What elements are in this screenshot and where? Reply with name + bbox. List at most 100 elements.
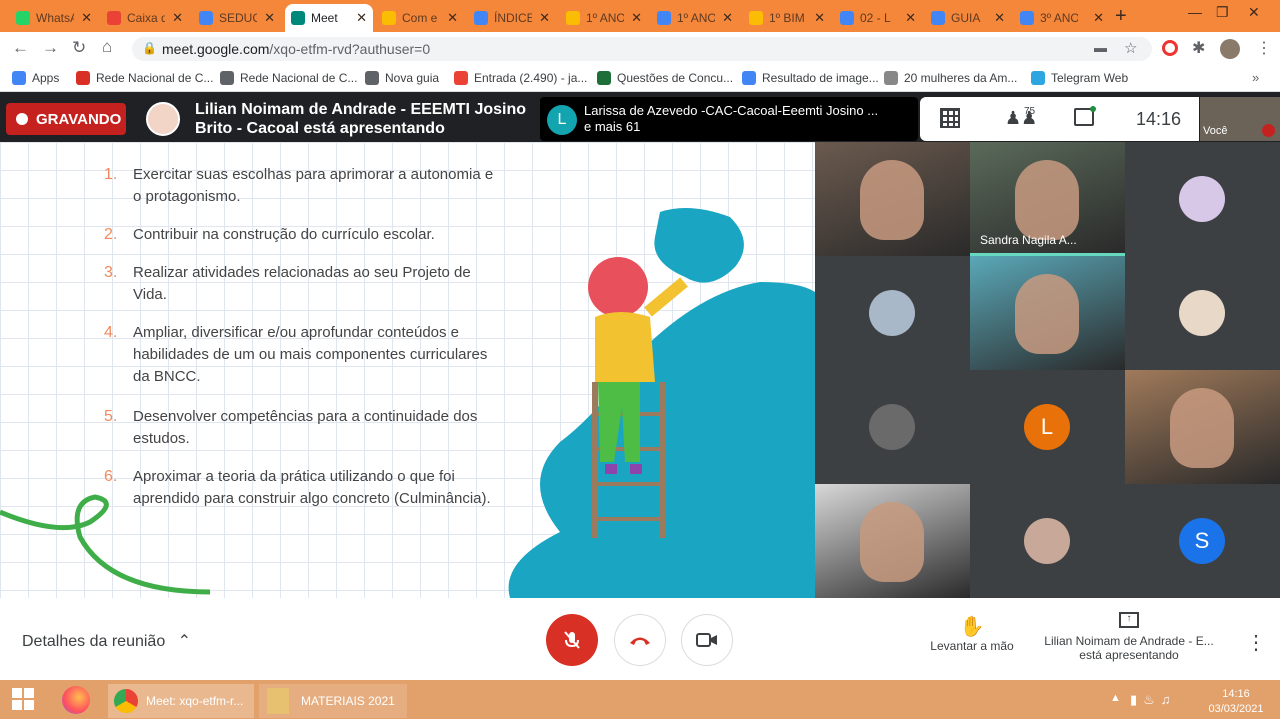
opera-extension-icon[interactable]: [1162, 40, 1178, 56]
clock-date: 03/03/2021: [1208, 703, 1264, 715]
bookmark-label: Rede Nacional de C...: [96, 71, 214, 85]
minimize-icon[interactable]: —: [1188, 4, 1202, 20]
leave-call-button[interactable]: [614, 614, 666, 666]
item-text: Desenvolver competências para a continui…: [133, 408, 478, 447]
participant-tile[interactable]: [815, 370, 970, 484]
bookmark-item[interactable]: Telegram Web: [1031, 71, 1128, 85]
participants-count: 75: [1024, 106, 1036, 117]
presentation-button[interactable]: ↑ Lilian Noimam de Andrade - E... está a…: [1036, 612, 1222, 662]
extensions-icon[interactable]: ✱: [1192, 38, 1205, 58]
bookmark-item[interactable]: Rede Nacional de C...: [220, 71, 357, 85]
tab-close-icon[interactable]: ✕: [1089, 10, 1104, 26]
bookmark-item[interactable]: 20 mulheres da Am...: [884, 71, 1017, 85]
participant-tile[interactable]: [970, 256, 1125, 370]
slide-list-item: 1. Exercitar suas escolhas para aprimorar…: [104, 164, 504, 208]
reload-icon[interactable]: ↻: [72, 38, 86, 58]
tab-close-icon[interactable]: ✕: [443, 10, 458, 26]
bookmark-icon: [597, 71, 611, 85]
tab-favicon-icon: [657, 11, 671, 25]
tab-3[interactable]: SEDUC ✕: [193, 4, 281, 32]
participant-tile[interactable]: [970, 484, 1125, 598]
bookmark-item[interactable]: Apps: [12, 71, 59, 85]
participant-avatar: S: [1179, 518, 1225, 564]
tab-close-icon[interactable]: ✕: [901, 10, 916, 26]
new-tab-button[interactable]: +: [1115, 5, 1127, 28]
tab-close-icon[interactable]: ✕: [718, 10, 733, 26]
participant-tile[interactable]: [815, 256, 970, 370]
tab-close-icon[interactable]: ✕: [535, 10, 550, 26]
tab-title: 1º ANO: [677, 11, 715, 25]
participant-name: Sandra Nagila A...: [980, 233, 1077, 247]
tray-icons[interactable]: ▮♨♫: [1130, 692, 1177, 708]
item-text: Exercitar suas escolhas para aprimorar a…: [133, 166, 494, 205]
tab-title: 02 - L: [860, 11, 891, 25]
tab-2[interactable]: Caixa de✕: [101, 4, 189, 32]
tab-favicon-icon: [107, 11, 121, 25]
participant-tile[interactable]: Sandra Nagila A...: [970, 142, 1125, 256]
tab-close-icon[interactable]: ✕: [168, 10, 183, 26]
tab-8[interactable]: 1º ANO ✕: [651, 4, 739, 32]
back-icon[interactable]: ←: [12, 38, 29, 58]
tab-close-icon[interactable]: ✕: [352, 10, 367, 26]
chat-unread-dot: [1090, 106, 1096, 112]
participant-tile[interactable]: [815, 484, 970, 598]
bookmark-item[interactable]: Nova guia: [365, 71, 439, 85]
tab-title: WhatsApp: [36, 11, 74, 25]
profile-avatar[interactable]: [1220, 39, 1240, 59]
mic-off-button[interactable]: [546, 614, 598, 666]
tab-4[interactable]: Meet ✕: [285, 4, 373, 32]
windows-start-icon[interactable]: [12, 688, 34, 710]
forward-icon[interactable]: →: [42, 38, 59, 58]
close-window-icon[interactable]: ✕: [1248, 4, 1260, 21]
bookmark-item[interactable]: Rede Nacional de C...: [76, 71, 213, 85]
participant-tile[interactable]: [1125, 370, 1280, 484]
tab-12[interactable]: 3º ANO ✕: [1014, 4, 1110, 32]
presenter-line-2: Brito - Cacoal está apresentando: [195, 120, 445, 137]
tab-close-icon[interactable]: ✕: [627, 10, 642, 26]
tab-10[interactable]: 02 - L ✕: [834, 4, 922, 32]
tab-close-icon[interactable]: ✕: [990, 10, 1005, 26]
more-options-icon[interactable]: ⋮: [1246, 630, 1266, 655]
taskbar-clock[interactable]: 14:16 03/03/2021: [1204, 687, 1268, 717]
camera-icon[interactable]: ▬: [1094, 40, 1107, 55]
address-bar[interactable]: 🔒 meet.google.com/xqo-etfm-rvd?authuser=…: [132, 37, 1152, 61]
firefox-icon[interactable]: [62, 686, 90, 714]
participant-tile[interactable]: [1125, 142, 1280, 256]
tab-5[interactable]: Com e ✕: [376, 4, 464, 32]
presented-slide: 1. Exercitar suas escolhas para aprimorar…: [0, 142, 815, 598]
tab-close-icon[interactable]: ✕: [260, 10, 275, 26]
layout-grid-icon[interactable]: [940, 108, 960, 128]
tab-close-icon[interactable]: ✕: [77, 10, 92, 26]
item-number: 4.: [104, 324, 118, 341]
tab-1[interactable]: WhatsApp✕: [10, 4, 98, 32]
raise-hand-button[interactable]: ✋ Levantar a mão: [920, 614, 1024, 653]
tab-11[interactable]: GUIA ✕: [925, 4, 1011, 32]
participant-video: [860, 502, 924, 582]
participant-avatar: [1179, 290, 1225, 336]
speaker-more: e mais 61: [584, 119, 641, 134]
home-icon[interactable]: ⌂: [102, 37, 112, 57]
camera-button[interactable]: [681, 614, 733, 666]
participant-tile[interactable]: [815, 142, 970, 256]
bookmark-item[interactable]: Questões de Concu...: [597, 71, 733, 85]
tab-7[interactable]: 1º ANO ✕: [560, 4, 648, 32]
bookmarks-overflow-icon[interactable]: »: [1252, 70, 1259, 85]
bookmark-item[interactable]: Resultado de image...: [742, 71, 879, 85]
participant-tile[interactable]: S: [1125, 484, 1280, 598]
bookmark-item[interactable]: Entrada (2.490) - ja...: [454, 71, 587, 85]
browser-menu-icon[interactable]: ⋮: [1256, 38, 1272, 58]
item-text: Ampliar, diversificar e/ou aprofundar co…: [133, 324, 488, 385]
taskbar-chrome[interactable]: Meet: xqo-etfm-r...: [108, 684, 254, 718]
tab-close-icon[interactable]: ✕: [810, 10, 825, 26]
restore-icon[interactable]: ❐: [1216, 4, 1229, 21]
participant-tile[interactable]: L: [970, 370, 1125, 484]
meeting-details-button[interactable]: Detalhes da reunião ⌃: [22, 631, 191, 651]
tab-title: GUIA: [951, 11, 981, 25]
bookmark-star-icon[interactable]: ☆: [1124, 39, 1137, 57]
tray-chevron-icon[interactable]: ▲: [1110, 692, 1121, 704]
bookmark-label: Resultado de image...: [762, 71, 879, 85]
tab-6[interactable]: ÍNDICE ✕: [468, 4, 556, 32]
tab-9[interactable]: 1º BIM ✕: [743, 4, 831, 32]
participant-tile[interactable]: [1125, 256, 1280, 370]
taskbar-folder[interactable]: MATERIAIS 2021: [259, 684, 407, 718]
